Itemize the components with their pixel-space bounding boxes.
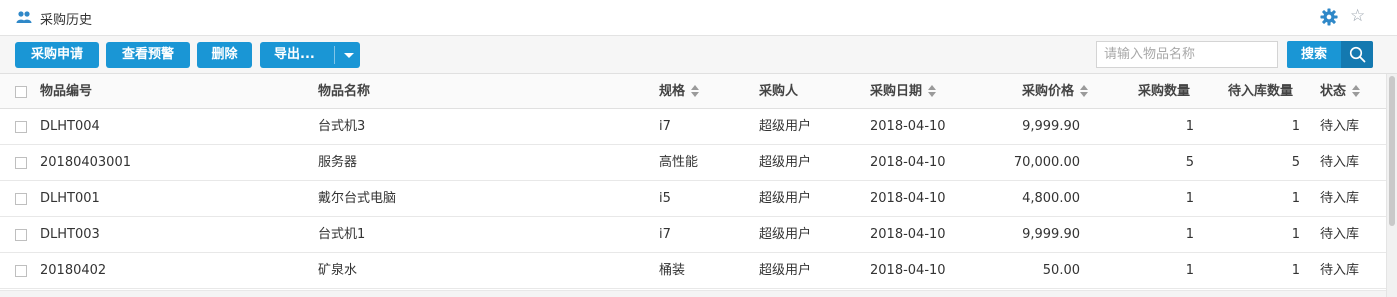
delete-button[interactable]: 删除 — [197, 42, 252, 68]
item-name-cell: 矿泉水 — [318, 263, 358, 278]
status-cell: 待入库 — [1320, 227, 1360, 242]
pending-quantity-cell: 1 — [1291, 227, 1300, 242]
purchase-date-cell: 2018-04-10 — [870, 155, 946, 170]
spec-cell: 高性能 — [659, 155, 699, 170]
buyer-cell: 超级用户 — [759, 191, 812, 206]
buyer-cell: 超级用户 — [759, 119, 812, 134]
column-header-item-code[interactable]: 物品编号 — [40, 74, 92, 109]
pending-quantity-cell: 5 — [1291, 155, 1300, 170]
item-name-cell: 戴尔台式电脑 — [318, 191, 397, 206]
purchase-quantity-cell: 1 — [1185, 227, 1194, 242]
item-code-cell: DLHT003 — [40, 227, 100, 242]
status-cell: 待入库 — [1320, 191, 1360, 206]
purchase-price-cell: 50.00 — [1042, 263, 1080, 278]
item-name-cell: 服务器 — [318, 155, 358, 170]
purchase-date-cell: 2018-04-10 — [870, 263, 946, 278]
table-header: 物品编号 物品名称 规格 采购人 采购日期 采购价格 采购数量 待入库数量 状态 — [0, 74, 1386, 109]
item-code-cell: 20180403001 — [40, 155, 131, 170]
spec-cell: i7 — [659, 227, 671, 242]
purchase-price-cell: 9,999.90 — [1022, 227, 1080, 242]
table-row[interactable]: DLHT004 台式机3 i7 超级用户 2018-04-10 9,999.90… — [0, 109, 1386, 145]
row-checkbox[interactable] — [15, 121, 27, 133]
people-icon — [16, 11, 32, 23]
item-code-cell: DLHT004 — [40, 119, 100, 134]
column-header-status[interactable]: 状态 — [1320, 74, 1361, 109]
view-alert-button[interactable]: 查看预警 — [106, 42, 190, 68]
search-button[interactable]: 搜索 — [1287, 41, 1341, 68]
column-header-purchase-date[interactable]: 采购日期 — [870, 74, 937, 109]
star-icon[interactable]: ☆ — [1350, 6, 1365, 26]
status-cell: 待入库 — [1320, 263, 1360, 278]
status-cell: 待入库 — [1320, 155, 1360, 170]
purchase-date-cell: 2018-04-10 — [870, 191, 946, 206]
buyer-cell: 超级用户 — [759, 227, 812, 242]
table-row[interactable]: DLHT003 台式机1 i7 超级用户 2018-04-10 9,999.90… — [0, 217, 1386, 253]
table-row[interactable]: 20180402 矿泉水 桶装 超级用户 2018-04-10 50.00 1 … — [0, 253, 1386, 289]
table-row[interactable]: DLHT001 戴尔台式电脑 i5 超级用户 2018-04-10 4,800.… — [0, 181, 1386, 217]
purchase-price-cell: 70,000.00 — [1013, 155, 1080, 170]
purchase-quantity-cell: 1 — [1185, 119, 1194, 134]
toolbar: 采购申请 查看预警 删除 导出... 搜索 — [0, 36, 1397, 74]
item-code-cell: 20180402 — [40, 263, 107, 278]
item-name-cell: 台式机1 — [318, 227, 366, 242]
column-header-spec[interactable]: 规格 — [659, 74, 700, 109]
vertical-scrollbar[interactable] — [1386, 74, 1397, 297]
sort-icon[interactable] — [691, 84, 700, 98]
row-checkbox[interactable] — [15, 265, 27, 277]
search-input[interactable] — [1096, 41, 1278, 68]
column-header-item-name[interactable]: 物品名称 — [318, 74, 370, 109]
sort-icon[interactable] — [928, 84, 937, 98]
sort-icon[interactable] — [1080, 84, 1089, 98]
purchase-date-cell: 2018-04-10 — [870, 227, 946, 242]
row-checkbox[interactable] — [15, 229, 27, 241]
column-header-purchase-price[interactable]: 采购价格 — [1022, 74, 1089, 109]
title-bar: 采购历史 ☆ — [0, 0, 1397, 36]
horizontal-scrollbar[interactable] — [0, 290, 1386, 297]
button-divider — [334, 46, 335, 64]
item-name-cell: 台式机3 — [318, 119, 366, 134]
sort-icon[interactable] — [1352, 84, 1361, 98]
buyer-cell: 超级用户 — [759, 263, 812, 278]
spec-cell: i7 — [659, 119, 671, 134]
caret-down-icon[interactable] — [344, 53, 354, 58]
select-all-checkbox[interactable] — [15, 86, 27, 98]
column-header-purchase-quantity[interactable]: 采购数量 — [1138, 74, 1190, 109]
pending-quantity-cell: 1 — [1291, 119, 1300, 134]
pending-quantity-cell: 1 — [1291, 191, 1300, 206]
pending-quantity-cell: 1 — [1291, 263, 1300, 278]
column-header-buyer[interactable]: 采购人 — [759, 74, 798, 109]
table-row[interactable]: 20180403001 服务器 高性能 超级用户 2018-04-10 70,0… — [0, 145, 1386, 181]
status-cell: 待入库 — [1320, 119, 1360, 134]
purchase-quantity-cell: 1 — [1185, 263, 1194, 278]
search-icon — [1349, 46, 1366, 63]
scrollbar-thumb[interactable] — [1389, 76, 1395, 226]
search-icon-button[interactable] — [1341, 41, 1373, 68]
purchase-date-cell: 2018-04-10 — [870, 119, 946, 134]
purchase-price-cell: 4,800.00 — [1022, 191, 1080, 206]
purchase-quantity-cell: 1 — [1185, 191, 1194, 206]
export-dropdown-button[interactable]: 导出... — [260, 42, 360, 68]
row-checkbox[interactable] — [15, 193, 27, 205]
item-code-cell: DLHT001 — [40, 191, 100, 206]
gear-icon[interactable] — [1320, 8, 1338, 26]
export-button-label: 导出... — [274, 47, 315, 62]
purchase-price-cell: 9,999.90 — [1022, 119, 1080, 134]
spec-cell: 桶装 — [659, 263, 686, 278]
spec-cell: i5 — [659, 191, 671, 206]
row-checkbox[interactable] — [15, 157, 27, 169]
purchase-quantity-cell: 5 — [1185, 155, 1194, 170]
buyer-cell: 超级用户 — [759, 155, 812, 170]
purchase-apply-button[interactable]: 采购申请 — [15, 42, 99, 68]
page-title: 采购历史 — [40, 13, 93, 28]
column-header-pending-quantity[interactable]: 待入库数量 — [1228, 74, 1293, 109]
